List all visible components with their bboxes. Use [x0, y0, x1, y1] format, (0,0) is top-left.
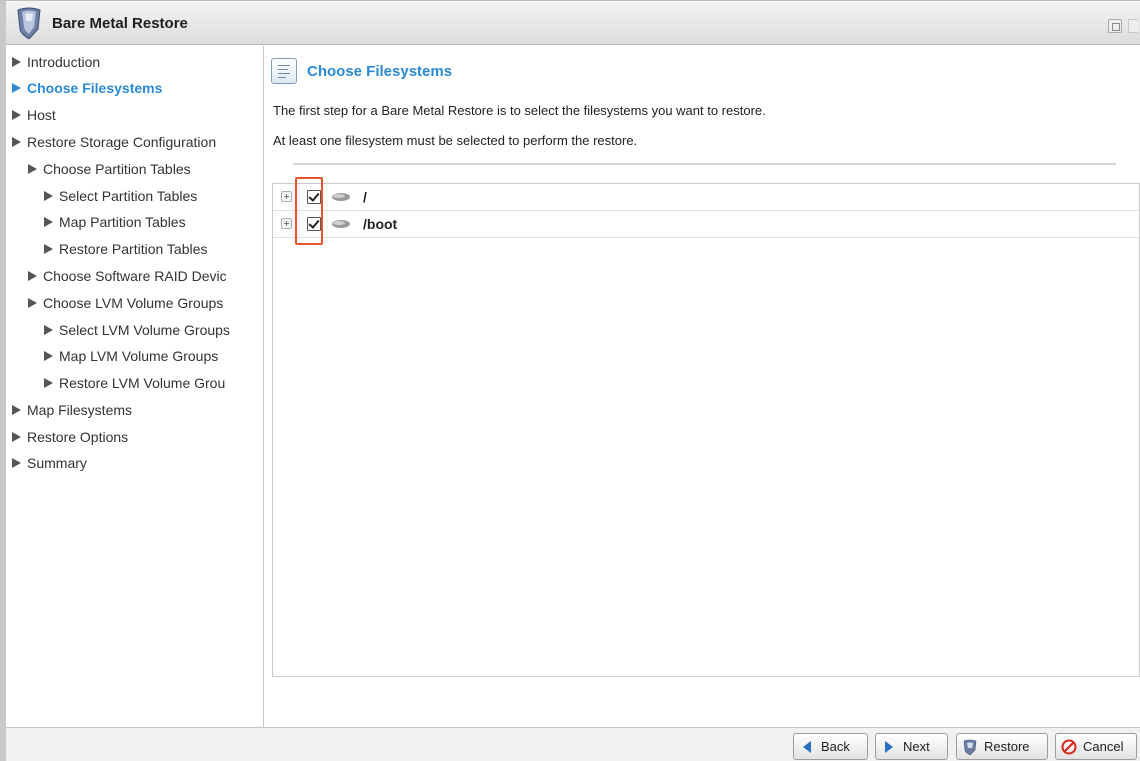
- triangle-right-icon: [12, 110, 21, 120]
- next-arrow-icon: [885, 740, 893, 753]
- shield-app-icon: [17, 7, 41, 39]
- triangle-right-icon: [12, 137, 21, 147]
- triangle-right-icon: [28, 271, 37, 281]
- document-list-icon: [271, 58, 297, 84]
- title-bar: Bare Metal Restore: [6, 1, 1140, 45]
- page-header: Choose Filesystems: [271, 56, 452, 86]
- maximize-button[interactable]: [1108, 19, 1122, 33]
- triangle-right-icon: [12, 57, 21, 67]
- sidebar-item-label: Restore Partition Tables: [59, 241, 208, 257]
- sidebar-item-label: Select LVM Volume Groups: [59, 322, 230, 338]
- next-button-label: Next: [903, 739, 930, 754]
- cancel-button-label: Cancel: [1083, 739, 1124, 754]
- sidebar-item-choose-software-raid-devices[interactable]: Choose Software RAID Devic: [28, 266, 260, 286]
- sidebar-item-label: Map LVM Volume Groups: [59, 348, 219, 364]
- triangle-right-icon: [12, 83, 21, 93]
- triangle-right-icon: [44, 378, 53, 388]
- back-button-label: Back: [821, 739, 850, 754]
- sidebar-item-label: Restore Storage Configuration: [27, 134, 217, 150]
- triangle-right-icon: [44, 244, 53, 254]
- sidebar-item-label: Summary: [27, 455, 87, 471]
- filesystem-checkbox[interactable]: [307, 217, 321, 231]
- window-title: Bare Metal Restore: [52, 15, 188, 32]
- filesystem-tree: / /boot: [272, 183, 1140, 677]
- sidebar-item-label: Host: [27, 107, 56, 123]
- wizard-step-sidebar: Introduction Choose Filesystems Host Res…: [6, 46, 264, 727]
- bare-metal-restore-window: Bare Metal Restore Introduction Choose F…: [0, 0, 1140, 761]
- sidebar-item-label: Restore LVM Volume Grou: [59, 375, 226, 391]
- disk-icon: [332, 220, 350, 228]
- restore-button-label: Restore: [984, 739, 1030, 754]
- cancel-icon: [1061, 739, 1077, 754]
- separator: [293, 163, 1116, 165]
- sidebar-item-restore-storage-configuration[interactable]: Restore Storage Configuration: [12, 132, 260, 152]
- triangle-right-icon: [28, 298, 37, 308]
- sidebar-item-label: Choose Filesystems: [27, 80, 163, 96]
- filesystem-checkbox[interactable]: [307, 190, 321, 204]
- sidebar-item-label: Choose LVM Volume Groups: [43, 295, 224, 311]
- triangle-right-icon: [44, 191, 53, 201]
- sidebar-item-restore-lvm-volume-groups[interactable]: Restore LVM Volume Grou: [44, 373, 260, 393]
- back-arrow-icon: [803, 740, 811, 753]
- sidebar-item-select-partition-tables[interactable]: Select Partition Tables: [44, 186, 260, 206]
- sidebar-item-label: Choose Partition Tables: [43, 161, 191, 177]
- restore-button[interactable]: Restore: [956, 733, 1048, 760]
- tree-row[interactable]: /boot: [273, 211, 1139, 238]
- next-button[interactable]: Next: [875, 733, 948, 760]
- disk-icon: [332, 193, 350, 201]
- sidebar-item-choose-partition-tables[interactable]: Choose Partition Tables: [28, 159, 260, 179]
- main-panel: Choose Filesystems The first step for a …: [265, 46, 1140, 727]
- sidebar-item-label: Select Partition Tables: [59, 188, 198, 204]
- triangle-right-icon: [12, 405, 21, 415]
- page-title: Choose Filesystems: [307, 62, 453, 80]
- sidebar-item-label: Restore Options: [27, 429, 129, 445]
- sidebar-item-summary[interactable]: Summary: [12, 453, 260, 473]
- sidebar-item-label: Introduction: [27, 54, 101, 70]
- sidebar-item-restore-options[interactable]: Restore Options: [12, 427, 260, 447]
- sidebar-item-choose-lvm-volume-groups[interactable]: Choose LVM Volume Groups: [28, 293, 260, 313]
- triangle-right-icon: [44, 325, 53, 335]
- sidebar-item-label: Map Filesystems: [27, 402, 133, 418]
- sidebar-item-restore-partition-tables[interactable]: Restore Partition Tables: [44, 239, 260, 259]
- triangle-right-icon: [44, 351, 53, 361]
- shield-icon: [963, 739, 977, 755]
- expand-plus-icon[interactable]: [281, 191, 292, 202]
- back-button[interactable]: Back: [793, 733, 868, 760]
- triangle-right-icon: [12, 458, 21, 468]
- expand-plus-icon[interactable]: [281, 218, 292, 229]
- close-button[interactable]: [1128, 19, 1138, 33]
- sidebar-item-map-partition-tables[interactable]: Map Partition Tables: [44, 212, 260, 232]
- filesystem-name: /: [363, 189, 367, 205]
- tree-row[interactable]: /: [273, 184, 1139, 211]
- sidebar-item-label: Choose Software RAID Devic: [43, 268, 227, 284]
- filesystem-name: /boot: [363, 216, 398, 232]
- sidebar-item-choose-filesystems[interactable]: Choose Filesystems: [12, 78, 260, 98]
- sidebar-item-map-lvm-volume-groups[interactable]: Map LVM Volume Groups: [44, 346, 260, 366]
- requirement-text: At least one filesystem must be selected…: [273, 133, 638, 148]
- triangle-right-icon: [44, 217, 53, 227]
- sidebar-item-host[interactable]: Host: [12, 105, 260, 125]
- sidebar-item-map-filesystems[interactable]: Map Filesystems: [12, 400, 260, 420]
- instruction-text: The first step for a Bare Metal Restore …: [273, 103, 766, 118]
- triangle-right-icon: [12, 432, 21, 442]
- sidebar-item-label: Map Partition Tables: [59, 214, 186, 230]
- cancel-button[interactable]: Cancel: [1055, 733, 1137, 760]
- sidebar-item-introduction[interactable]: Introduction: [12, 52, 260, 72]
- triangle-right-icon: [28, 164, 37, 174]
- sidebar-item-select-lvm-volume-groups[interactable]: Select LVM Volume Groups: [44, 320, 260, 340]
- button-bar: Back Next Restore Cancel: [6, 727, 1140, 761]
